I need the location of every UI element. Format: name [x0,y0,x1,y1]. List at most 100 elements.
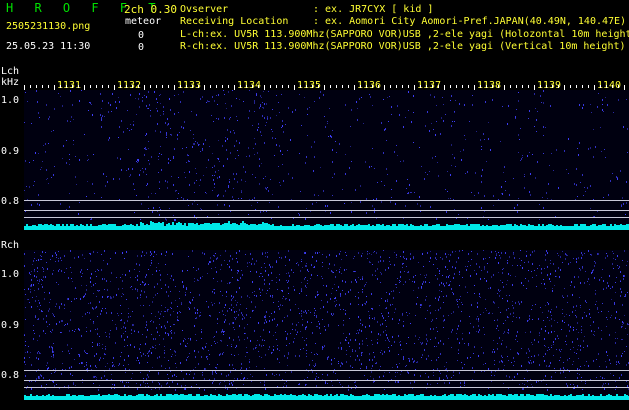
time-tick [480,85,481,88]
time-tick [312,85,313,88]
time-tick [156,85,157,88]
lch-ref-line-1 [24,200,629,201]
time-tick [576,85,577,88]
time-tick [378,85,379,88]
time-tick [132,85,133,88]
time-tick [618,85,619,88]
meteor-count-r: 0 [138,42,145,53]
time-tick [282,85,283,88]
time-tick [600,85,601,88]
time-tick [42,85,43,88]
time-tick [120,85,121,88]
time-tick [210,85,211,88]
time-tick [330,85,331,88]
time-tick [450,85,451,88]
time-tick [606,85,607,88]
meteor-count-l: 0 [138,30,145,41]
lch-label: Lch [1,66,20,77]
time-tick [486,85,487,88]
time-tick [546,85,547,88]
observer-label: Ovserver [180,4,229,15]
lch-ytick-3: 0.8 [1,196,20,207]
time-tick [252,85,253,88]
lch-ytick-2: 0.9 [1,146,20,157]
time-tick [552,85,553,88]
time-tick [138,85,139,88]
time-tick [198,85,199,88]
lch-ytick-1: 1.0 [1,95,20,106]
time-tick [342,85,343,88]
time-tick [228,85,229,88]
rch-ytick-3: 0.8 [1,370,20,381]
time-tick [366,85,367,88]
time-tick [96,85,97,88]
location-label: Receiving Location [180,16,289,27]
time-tick [540,85,541,88]
time-tick [48,85,49,88]
time-tick [348,85,349,88]
location-value: : ex. Aomori City Aomori-Pref.JAPAN(40.4… [313,16,627,27]
time-tick [432,85,433,88]
time-tick [126,85,127,88]
time-tick [258,85,259,88]
spectrogram-background [24,250,629,400]
time-tick [60,85,61,88]
filename: 2505231130.png [6,21,91,32]
time-tick [420,85,421,88]
rch-spectrogram [24,250,629,400]
lch-spectrogram-canvas [24,90,629,230]
time-tick [426,85,427,88]
observer-value: : ex. JR7CYX [ kid ] [313,4,434,15]
time-tick [558,85,559,88]
time-tick [240,85,241,88]
time-tick [168,85,169,88]
spectrogram-background [24,90,629,230]
rch-ref-line-1 [24,370,629,371]
time-tick [588,85,589,88]
time-tick [522,85,523,88]
time-tick [162,85,163,88]
time-tick [456,85,457,88]
lch-info: L-ch:ex. UV5R 113.900Mhz(SAPPORO VOR)USB… [180,29,629,40]
time-tick [150,85,151,88]
time-tick [108,85,109,88]
time-tick [78,85,79,88]
time-tick [186,85,187,88]
time-tick [276,85,277,88]
time-tick [468,85,469,88]
time-tick [306,85,307,88]
time-tick [222,85,223,88]
rch-ref-line-2 [24,380,629,381]
time-tick [90,85,91,88]
time-tick [102,85,103,88]
time-tick [408,85,409,88]
time-tick [402,85,403,88]
time-tick [612,85,613,88]
level-trace [24,394,629,400]
rch-info: R-ch:ex. UV5R 113.900Mhz(SAPPORO VOR)USB… [180,41,626,52]
time-tick [498,85,499,88]
time-tick [516,85,517,88]
time-tick [66,85,67,88]
time-tick [30,85,31,88]
time-tick [288,85,289,88]
time-tick [318,85,319,88]
channel-count: 2ch 0.30 [124,3,177,16]
datetime: 25.05.23 11:30 [6,41,91,52]
meteor-label: meteor [125,16,162,27]
time-tick [570,85,571,88]
time-tick [582,85,583,88]
time-tick [336,85,337,88]
time-tick [246,85,247,88]
time-tick [216,85,217,88]
rch-ytick-1: 1.0 [1,269,20,280]
rch-ref-line-3 [24,387,629,388]
time-tick [72,85,73,88]
time-tick [528,85,529,88]
rch-label: Rch [1,240,20,251]
time-tick [390,85,391,88]
time-tick [462,85,463,88]
time-tick [396,85,397,88]
lch-ref-line-3 [24,217,629,218]
time-tick [372,85,373,88]
